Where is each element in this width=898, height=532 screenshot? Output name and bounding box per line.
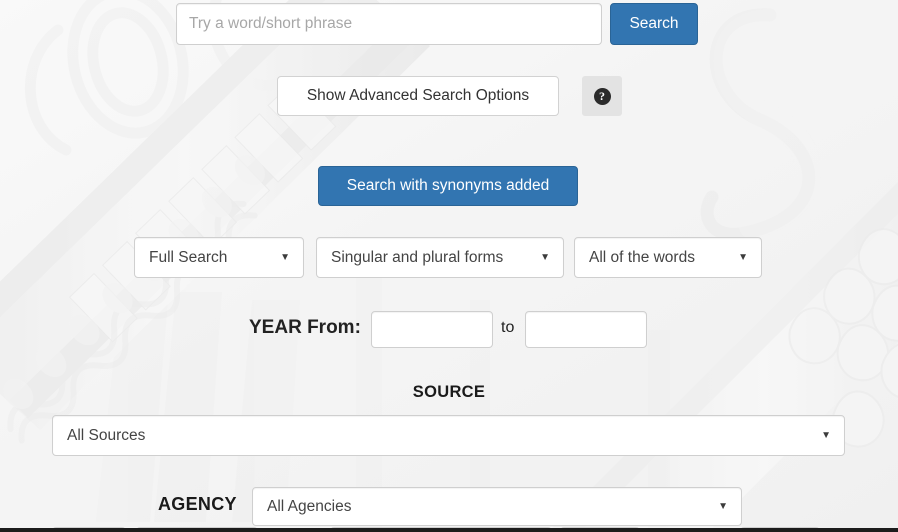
search-button[interactable]: Search xyxy=(610,3,698,45)
question-mark-circle-icon: ? xyxy=(593,87,611,105)
chevron-down-icon: ▼ xyxy=(718,500,728,512)
help-button[interactable]: ? xyxy=(582,76,622,116)
year-to-input[interactable] xyxy=(525,311,647,348)
chevron-down-icon: ▼ xyxy=(738,251,748,263)
word-forms-value: Singular and plural forms xyxy=(331,248,504,266)
agency-value: All Agencies xyxy=(267,497,352,515)
bottom-edge-rule xyxy=(0,528,898,532)
search-scope-select[interactable]: Full Search ▼ xyxy=(134,237,304,278)
word-match-select[interactable]: All of the words ▼ xyxy=(574,237,762,278)
advanced-search-page: Search Show Advanced Search Options ? Se… xyxy=(0,0,898,532)
search-scope-value: Full Search xyxy=(149,248,228,266)
chevron-down-icon: ▼ xyxy=(280,251,290,263)
source-heading: SOURCE xyxy=(412,383,486,401)
search-input[interactable] xyxy=(176,3,602,45)
source-select[interactable]: All Sources ▼ xyxy=(52,415,845,456)
chevron-down-icon: ▼ xyxy=(821,429,831,441)
agency-heading: AGENCY xyxy=(158,494,237,514)
chevron-down-icon: ▼ xyxy=(540,251,550,263)
word-forms-select[interactable]: Singular and plural forms ▼ xyxy=(316,237,564,278)
year-to-label: to xyxy=(501,319,515,336)
year-from-input[interactable] xyxy=(371,311,493,348)
year-from-label: YEAR From: xyxy=(249,317,361,338)
show-advanced-search-options-button[interactable]: Show Advanced Search Options xyxy=(277,76,559,116)
agency-select[interactable]: All Agencies ▼ xyxy=(252,487,742,526)
word-match-value: All of the words xyxy=(589,248,695,266)
search-with-synonyms-button[interactable]: Search with synonyms added xyxy=(318,166,578,206)
source-value: All Sources xyxy=(67,426,146,444)
